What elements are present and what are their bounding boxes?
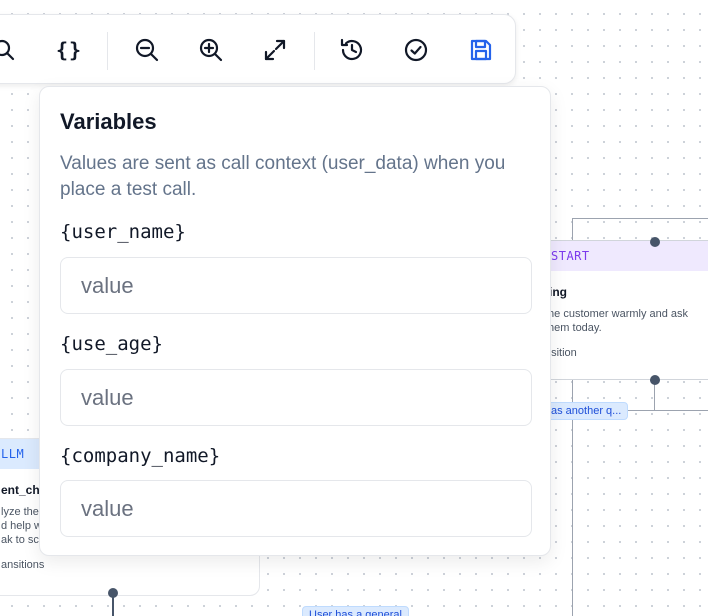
zoom-out-icon — [135, 38, 159, 62]
fit-view-icon — [264, 39, 286, 61]
start-node-title: ting — [545, 285, 567, 299]
variable-label-company-name: {company_name} — [60, 445, 221, 467]
variable-label-user-name: {user_name} — [60, 221, 186, 243]
start-node-transitions: nsition — [545, 347, 577, 359]
edge-line — [112, 596, 114, 616]
variables-title: Variables — [60, 109, 157, 134]
fit-view-button[interactable] — [260, 35, 290, 65]
save-icon — [470, 39, 492, 61]
start-node-badge: START — [535, 241, 708, 271]
variable-input-user-name[interactable] — [60, 257, 532, 314]
start-node-output-handle[interactable] — [650, 375, 660, 385]
edge-label-another-question[interactable]: as another q... — [544, 402, 629, 420]
zoom-in-button[interactable] — [196, 35, 226, 65]
toolbar-divider — [107, 32, 108, 70]
llm-node-badge: LLM — [0, 439, 41, 469]
history-icon — [340, 38, 363, 61]
edge-line — [572, 218, 573, 240]
variables-button[interactable]: {} — [54, 35, 84, 65]
validate-icon — [404, 38, 428, 62]
variable-input-use-age[interactable] — [60, 369, 532, 426]
start-node-input-handle[interactable] — [650, 237, 660, 247]
zoom-in-icon — [199, 38, 223, 62]
validate-button[interactable] — [401, 35, 431, 65]
search-icon — [0, 39, 15, 61]
variables-description: Values are sent as call context (user_da… — [60, 153, 506, 200]
canvas-toolbar: {} — [0, 14, 516, 84]
start-node[interactable]: START ting the customer warmly and ask t… — [534, 240, 708, 380]
variable-input-company-name[interactable] — [60, 480, 532, 537]
history-button[interactable] — [337, 35, 367, 65]
toolbar-divider — [314, 32, 315, 70]
edge-line — [572, 218, 708, 219]
zoom-out-button[interactable] — [132, 35, 162, 65]
variables-icon: {} — [55, 38, 83, 62]
variables-popover: Variables Values are sent as call contex… — [39, 86, 551, 556]
flow-canvas[interactable]: START ting the customer warmly and ask t… — [0, 0, 708, 616]
variable-label-use-age: {use_age} — [60, 333, 163, 355]
save-button[interactable] — [466, 35, 496, 65]
start-node-description: the customer warmly and ask them today. — [545, 308, 689, 334]
search-button[interactable] — [0, 35, 19, 65]
edge-label-general[interactable]: User has a general — [302, 606, 409, 616]
llm-node-output-handle[interactable] — [108, 588, 118, 598]
llm-node-transitions: ansitions — [1, 559, 45, 571]
